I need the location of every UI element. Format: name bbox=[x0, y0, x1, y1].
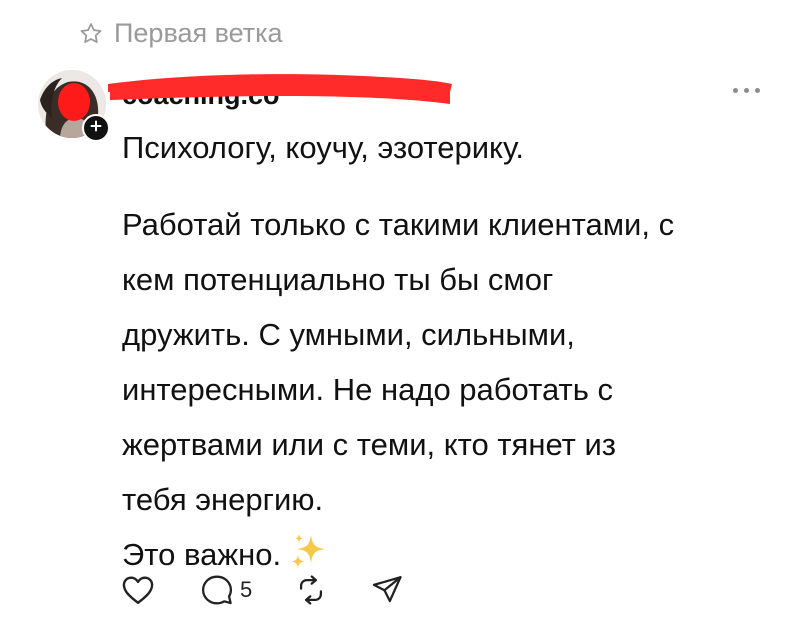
comment-icon bbox=[200, 573, 234, 607]
repost-button[interactable] bbox=[294, 573, 328, 607]
post-line: кем потенциально ты бы смог bbox=[122, 262, 554, 297]
post-line: Работай только с такими клиентами, с bbox=[122, 207, 675, 242]
reply-button[interactable]: 5 bbox=[200, 573, 252, 607]
post-text: Работай только с такими клиентами, с кем… bbox=[122, 197, 782, 588]
username[interactable]: coaching.co bbox=[122, 80, 412, 112]
post-line: жертвами или с теми, кто тянет из bbox=[122, 427, 617, 462]
avatar[interactable] bbox=[38, 70, 110, 142]
share-button[interactable] bbox=[370, 573, 404, 607]
post-body: Психологу, коучу, эзотерику. Работай тол… bbox=[122, 128, 782, 588]
star-icon bbox=[78, 21, 104, 47]
post-line: тебя энергию. bbox=[122, 482, 324, 517]
heart-icon bbox=[120, 572, 156, 608]
post-line: дружить. С умными, сильными, bbox=[122, 317, 575, 352]
action-bar: 5 bbox=[120, 572, 404, 608]
post-line-text: Это важно. bbox=[122, 537, 282, 572]
more-icon[interactable] bbox=[733, 88, 760, 93]
thread-label-text: Первая ветка bbox=[114, 18, 283, 48]
post-line: интересными. Не надо работать с bbox=[122, 372, 613, 407]
like-button[interactable] bbox=[120, 572, 156, 608]
thread-label[interactable]: Первая ветка bbox=[78, 18, 283, 49]
post-title: Психологу, коучу, эзотерику. bbox=[122, 130, 524, 165]
follow-button[interactable] bbox=[82, 114, 110, 142]
plus-icon bbox=[90, 119, 102, 137]
send-icon bbox=[370, 573, 404, 607]
repost-icon bbox=[294, 573, 328, 607]
reply-count: 5 bbox=[240, 577, 253, 602]
